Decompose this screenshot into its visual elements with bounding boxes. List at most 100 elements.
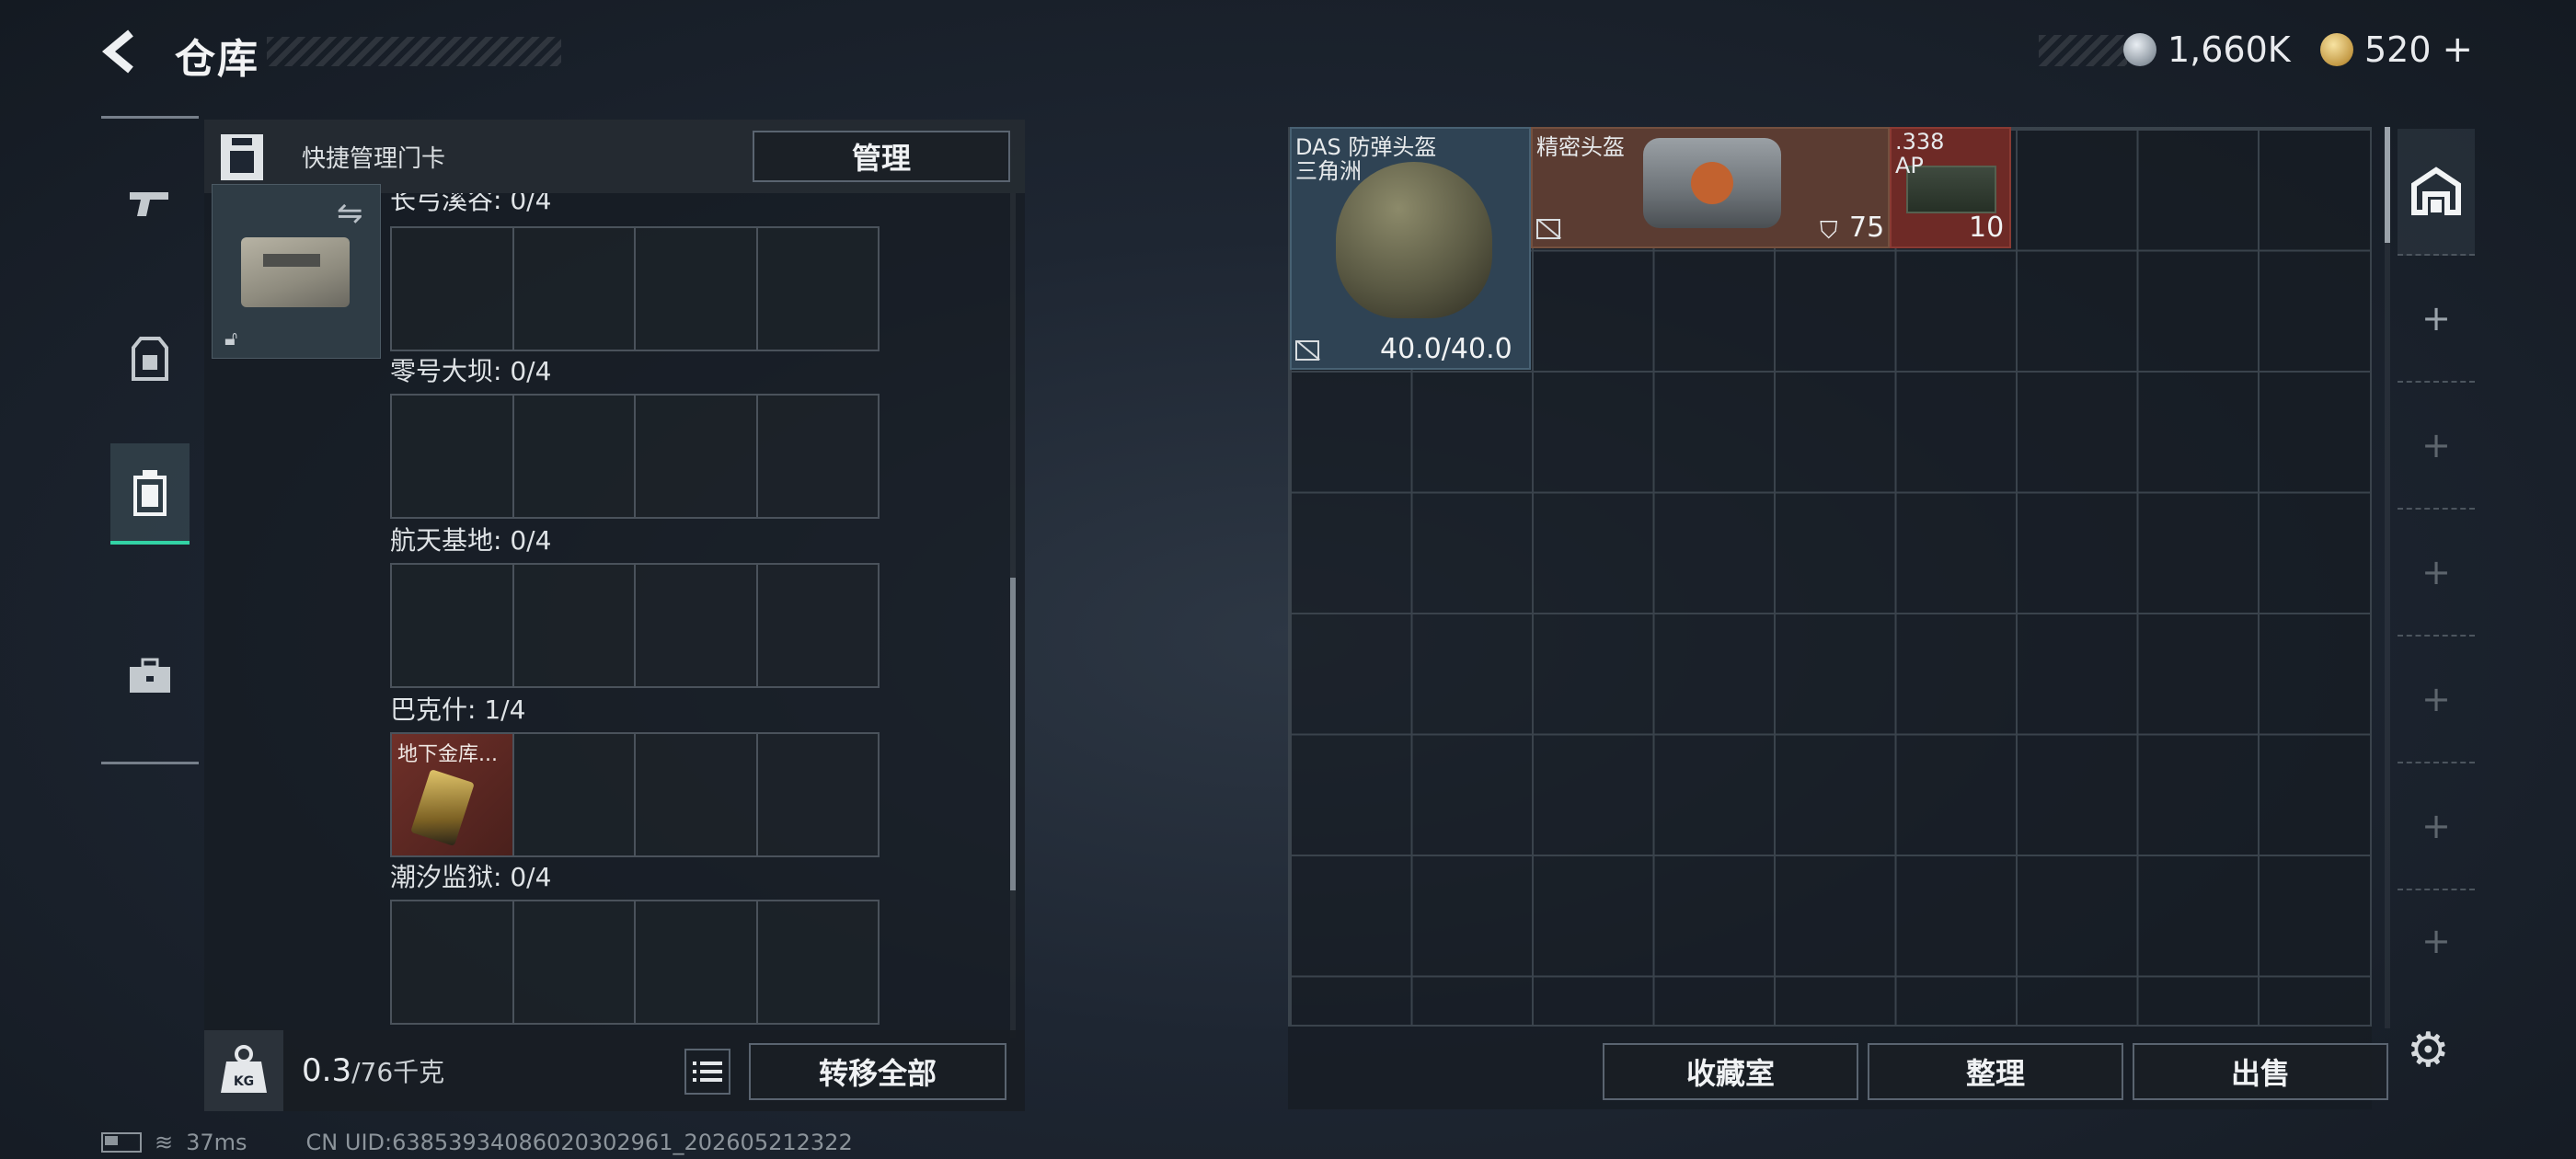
keycard-slot[interactable] xyxy=(513,396,636,517)
keycard-slot-filled[interactable]: 地下金库... xyxy=(392,734,514,855)
stash-tab-add[interactable]: + xyxy=(2398,256,2475,383)
stash-tab-locked[interactable]: + xyxy=(2398,763,2475,890)
no-insure-icon xyxy=(1295,340,1319,361)
weight-icon: KG xyxy=(221,1045,267,1093)
item-armor-value: 75 xyxy=(1849,212,1885,244)
right-scrollbar-thumb[interactable] xyxy=(2385,127,2390,243)
shield-icon: ⛉ xyxy=(1820,217,1838,245)
keycard-slot[interactable] xyxy=(757,228,878,350)
silver-coin-icon xyxy=(2123,33,2156,66)
nav-keycards[interactable] xyxy=(110,443,190,545)
keycard-slot[interactable] xyxy=(636,228,758,350)
keycard-slot-row xyxy=(390,563,880,688)
plus-icon: + xyxy=(2421,298,2451,339)
list-view-button[interactable] xyxy=(684,1049,730,1095)
keycard-slot[interactable] xyxy=(392,396,514,517)
weight-box: KG xyxy=(204,1030,283,1111)
keycard-slot-row xyxy=(390,900,880,1025)
sort-button[interactable]: 整理 xyxy=(1868,1043,2123,1100)
keycard-image xyxy=(410,769,475,846)
keycard-slot[interactable] xyxy=(392,901,514,1023)
item-name: 精密头盔 xyxy=(1536,134,1625,160)
currency-silver[interactable]: 1,660K xyxy=(2123,26,2291,74)
nav-divider-top xyxy=(101,116,199,119)
gun-icon xyxy=(130,192,168,216)
helmet-image xyxy=(1336,162,1492,318)
keycard-slot[interactable] xyxy=(513,734,636,855)
keycard-name: 地下金库... xyxy=(397,743,498,766)
item-subname: AP xyxy=(1895,153,1924,178)
keycard-slot[interactable] xyxy=(636,396,758,517)
plus-icon: + xyxy=(2421,921,2451,961)
sell-button[interactable]: 出售 xyxy=(2133,1043,2388,1100)
keycard-slot-row xyxy=(390,394,880,519)
map-label: 巴克什: 1/4 xyxy=(390,694,526,725)
keycard-case-image xyxy=(241,237,350,307)
keycard-slot[interactable] xyxy=(636,901,758,1023)
nav-divider-bottom xyxy=(101,762,199,764)
list-icon xyxy=(693,1061,722,1082)
stash-tab-locked[interactable]: + xyxy=(2398,890,2475,992)
keycard-slot[interactable] xyxy=(513,565,636,686)
manage-button[interactable]: 管理 xyxy=(753,131,1010,182)
item-name: .338 xyxy=(1895,129,1945,155)
keycard-slot[interactable] xyxy=(757,901,878,1023)
toolbox-icon xyxy=(130,658,170,693)
currency-gold-value: 520 xyxy=(2364,29,2432,70)
item-count: 10 xyxy=(1969,212,2005,244)
keycard-slot-row xyxy=(390,226,880,351)
gear-icon[interactable]: ⚙ xyxy=(2407,1023,2450,1078)
armor-vest-icon xyxy=(132,337,168,381)
weight-max: /76千克 xyxy=(351,1057,445,1087)
keycard-slot[interactable] xyxy=(513,901,636,1023)
plus-icon: + xyxy=(2421,552,2451,592)
stash-tab-locked[interactable]: + xyxy=(2398,383,2475,510)
nav-weapons[interactable] xyxy=(110,153,190,254)
nav-armor[interactable] xyxy=(110,309,190,410)
left-scrollbar-thumb[interactable] xyxy=(1010,578,1016,890)
back-button[interactable] xyxy=(99,28,144,75)
keycard-slot[interactable] xyxy=(513,228,636,350)
item-durability: 40.0/40.0 xyxy=(1380,333,1512,365)
back-arrow-icon xyxy=(101,29,133,74)
weight-readout: 0.3/76千克 xyxy=(302,1052,444,1089)
map-label: 零号大坝: 0/4 xyxy=(390,356,552,386)
add-currency-icon[interactable]: + xyxy=(2443,29,2474,71)
page-title: 仓库 xyxy=(175,36,259,83)
currency-stripe-decor xyxy=(2039,35,2127,66)
keycard-slot[interactable] xyxy=(392,228,514,350)
stash-tab-locked[interactable]: + xyxy=(2398,637,2475,763)
right-scrollbar-track[interactable] xyxy=(2385,127,2390,1028)
gold-coin-icon xyxy=(2320,33,2353,66)
stash-tab-main[interactable] xyxy=(2398,129,2475,256)
keycard-slot[interactable] xyxy=(757,734,878,855)
keycard-slot[interactable] xyxy=(392,565,514,686)
plus-icon: + xyxy=(2421,679,2451,719)
stash-tab-locked[interactable]: + xyxy=(2398,510,2475,637)
currency-silver-value: 1,660K xyxy=(2168,29,2291,70)
lock-icon: 🔓︎ xyxy=(224,327,238,350)
collection-room-button[interactable]: 收藏室 xyxy=(1603,1043,1858,1100)
keycard-slot[interactable] xyxy=(757,565,878,686)
no-insure-icon xyxy=(1536,219,1560,239)
map-label: 长弓溪谷: 0/4 xyxy=(390,193,552,215)
keycard-slot[interactable] xyxy=(757,396,878,517)
currency-gold[interactable]: 520 + xyxy=(2320,26,2473,74)
plus-icon: + xyxy=(2421,806,2451,846)
swap-icon[interactable]: ⇋ xyxy=(337,195,363,232)
wifi-icon: ≋ xyxy=(155,1130,174,1155)
keycard-case-icon xyxy=(133,470,167,516)
bag-image xyxy=(1643,138,1781,228)
battery-icon xyxy=(101,1132,142,1153)
transfer-all-button[interactable]: 转移全部 xyxy=(749,1043,1006,1100)
status-bar: ≋ 37ms CN UID:63853934086020302961_20260… xyxy=(101,1130,853,1155)
uid-text: CN UID:63853934086020302961_202605212322 xyxy=(305,1130,853,1155)
panel-keycard-icon xyxy=(217,131,267,184)
keycard-slot[interactable] xyxy=(636,565,758,686)
keycard-map-list[interactable]: 长弓溪谷: 0/4 零号大坝: 0/4 航天基地: 0/4 巴克什: 1/4 地… xyxy=(386,193,1021,1038)
keycard-slot[interactable] xyxy=(636,734,758,855)
quick-manage-label: 快捷管理门卡 xyxy=(302,145,446,173)
nav-tools[interactable] xyxy=(110,625,190,727)
item-subname: 三角洲 xyxy=(1295,158,1362,184)
keycard-slot-row: 地下金库... xyxy=(390,732,880,857)
